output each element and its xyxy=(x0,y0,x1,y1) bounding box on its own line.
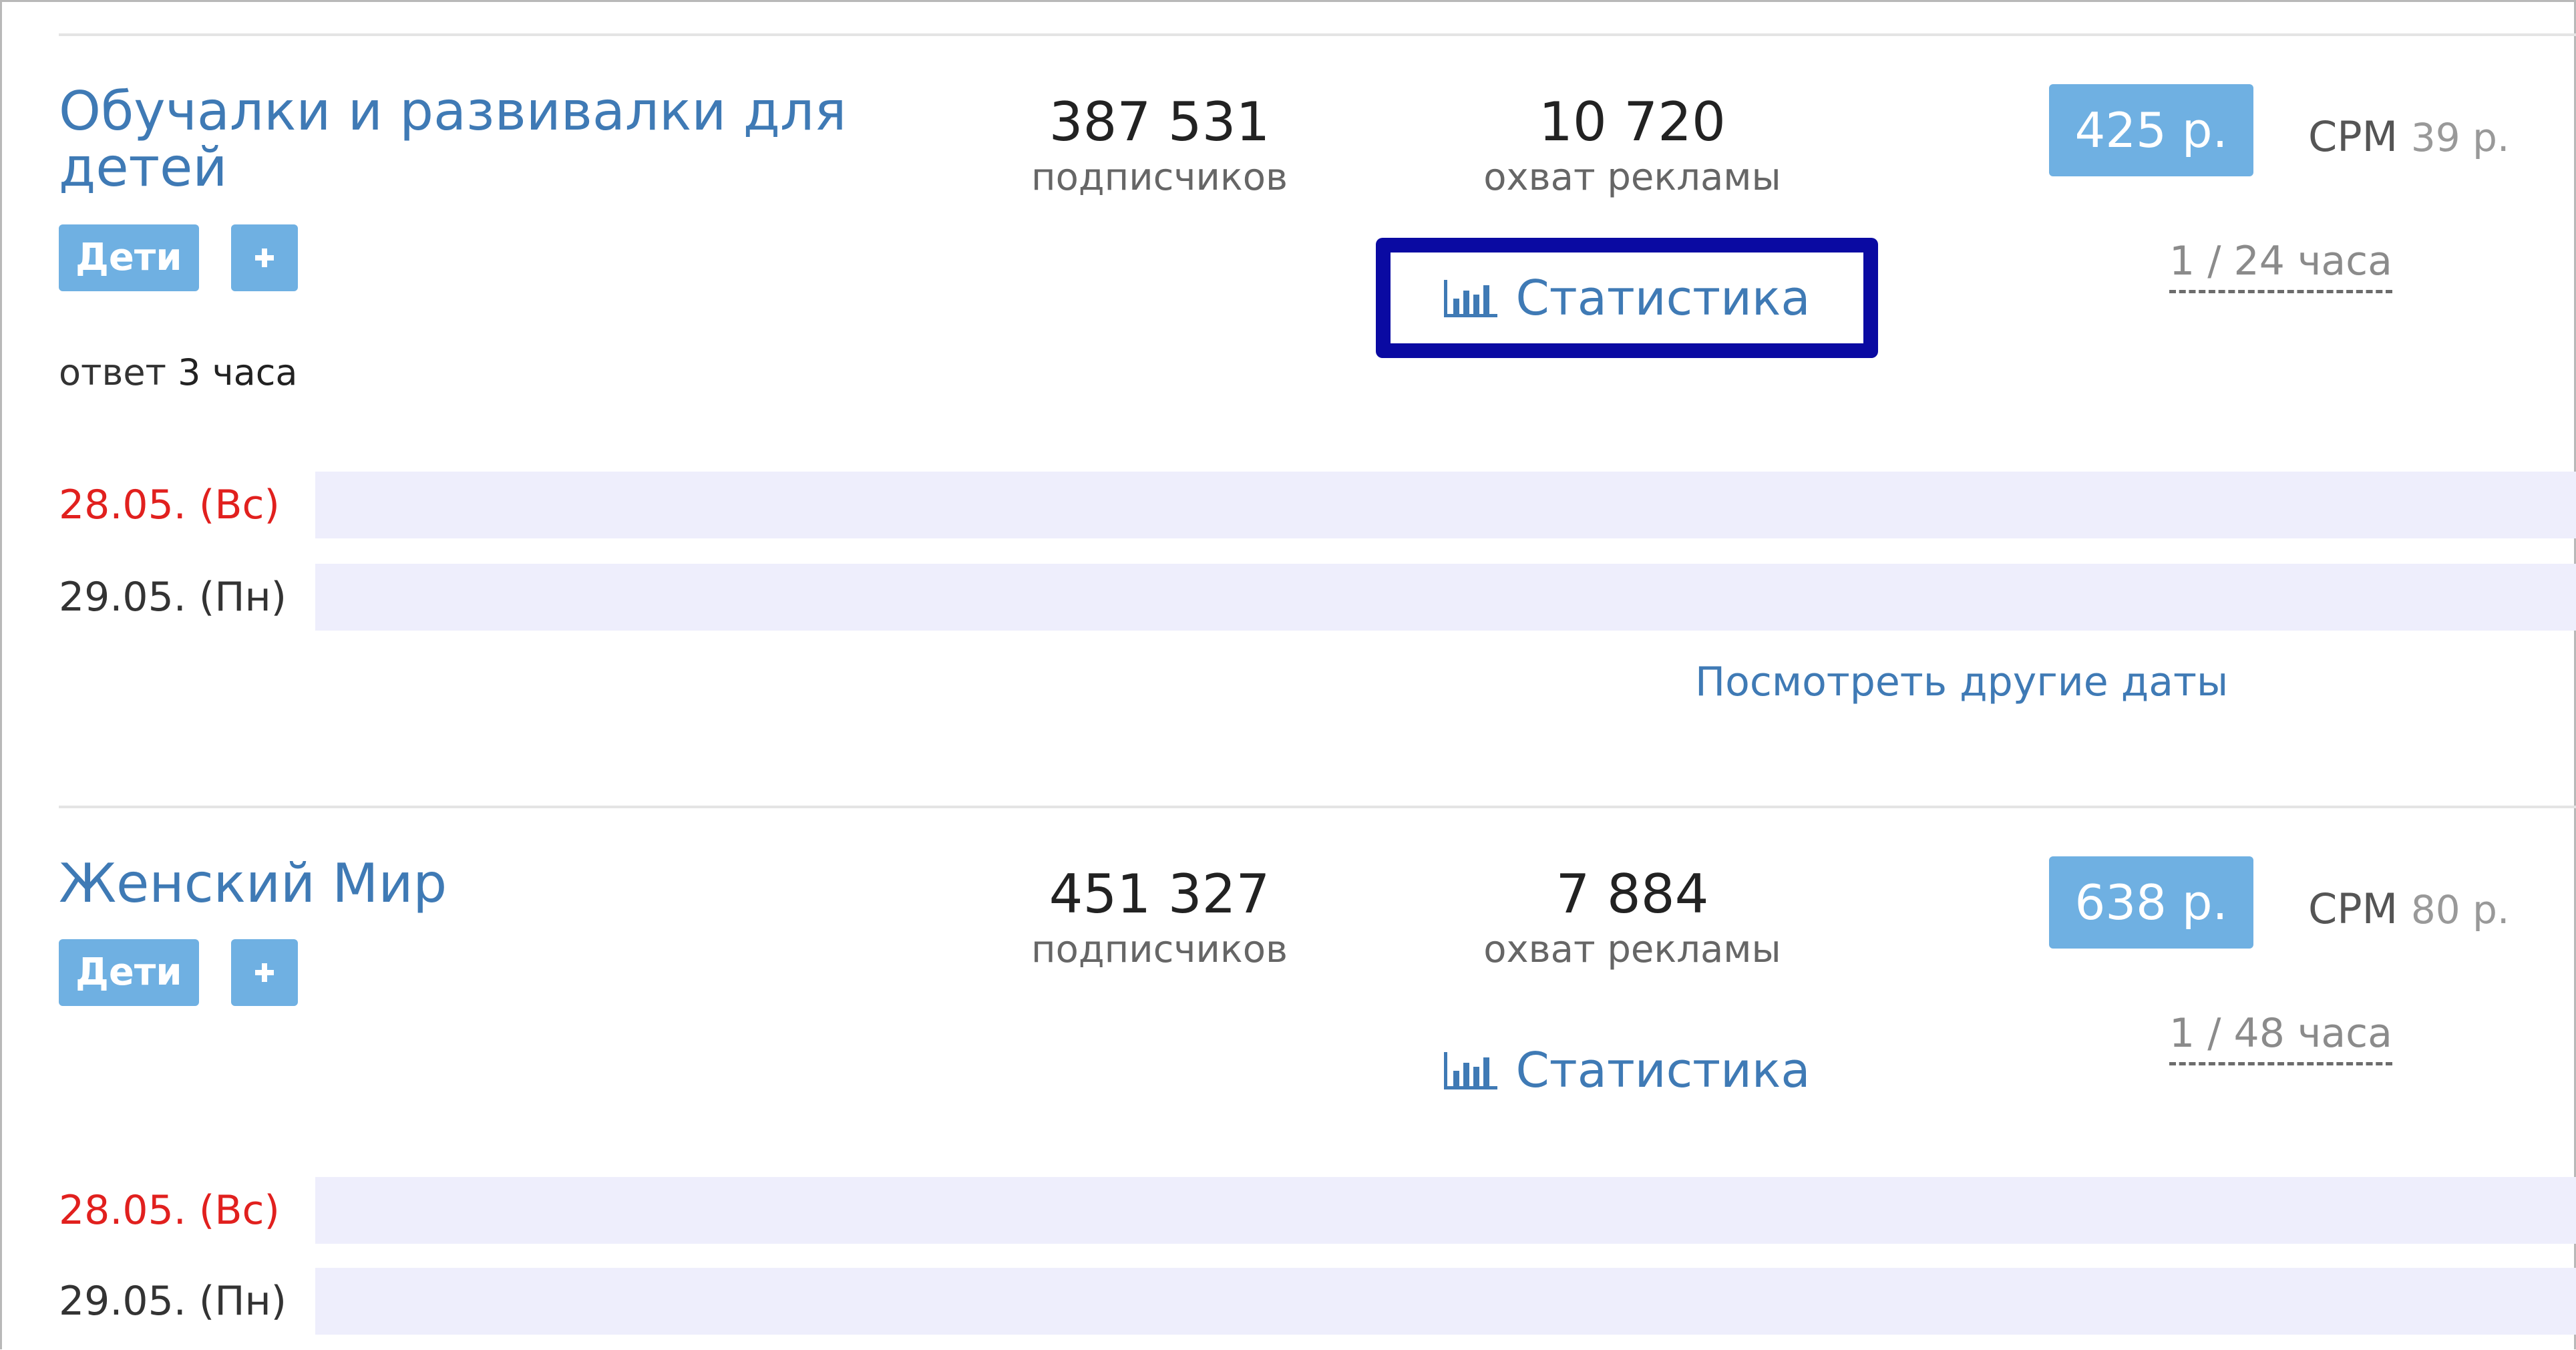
card-separator xyxy=(59,806,2576,808)
other-dates-link[interactable]: Посмотреть другие даты xyxy=(1695,659,2228,705)
post-frequency[interactable]: 1 / 24 часа xyxy=(2169,238,2392,293)
subscribers-stat: 387 531 подписчиков xyxy=(952,90,1366,201)
cpm-label: CPM xyxy=(2308,112,2398,161)
schedule-bar[interactable] xyxy=(315,1177,2576,1244)
reach-stat: 7 884 охват рекламы xyxy=(1425,862,1839,973)
reply-time: ответ 3 часа xyxy=(59,351,297,393)
date-label: 28.05. (Вс) xyxy=(59,482,280,528)
date-row: 28.05. (Вс) xyxy=(0,472,2576,538)
statistics-link[interactable]: Статистика xyxy=(1376,1010,1878,1130)
bar-chart-icon xyxy=(1443,1052,1497,1089)
plus-icon[interactable] xyxy=(230,939,298,1006)
card-separator xyxy=(59,33,2576,36)
bar-chart-icon xyxy=(1443,280,1497,317)
statistics-label: Статистика xyxy=(1515,270,1811,326)
schedule-bar[interactable] xyxy=(315,472,2576,538)
cpm-label: CPM xyxy=(2308,884,2398,933)
channel-title[interactable]: Обучалки и развивалки для детей xyxy=(59,83,894,196)
schedule-bar[interactable] xyxy=(315,1268,2576,1335)
subscribers-count: 451 327 xyxy=(1049,863,1270,925)
reply-prefix: ответ xyxy=(59,351,166,393)
tag-list: Дети xyxy=(59,224,298,291)
date-row: 29.05. (Пн) xyxy=(0,1268,2576,1335)
schedule-bar[interactable] xyxy=(315,564,2576,631)
cpm-value: 80 р. xyxy=(2410,887,2510,933)
date-row: 28.05. (Вс) xyxy=(0,1177,2576,1244)
price-button[interactable]: 638 р. xyxy=(2049,856,2253,949)
date-row: 29.05. (Пн) xyxy=(0,564,2576,631)
reach-label: охват рекламы xyxy=(1483,156,1781,199)
subscribers-label: подписчиков xyxy=(1031,928,1288,971)
date-label: 28.05. (Вс) xyxy=(59,1187,280,1234)
post-frequency[interactable]: 1 / 48 часа xyxy=(2169,1010,2392,1065)
reach-count: 10 720 xyxy=(1539,91,1726,153)
tag-list: Дети xyxy=(59,939,298,1006)
date-label: 29.05. (Пн) xyxy=(59,574,287,621)
statistics-label: Статистика xyxy=(1515,1042,1811,1098)
cpm-info: CPM 80 р. xyxy=(2308,884,2509,933)
category-tag[interactable]: Дети xyxy=(59,939,199,1006)
reach-count: 7 884 xyxy=(1555,863,1709,925)
reach-stat: 10 720 охват рекламы xyxy=(1425,90,1839,201)
subscribers-label: подписчиков xyxy=(1031,156,1288,199)
statistics-link[interactable]: Статистика xyxy=(1376,238,1878,358)
channel-title[interactable]: Женский Мир xyxy=(59,856,894,912)
plus-icon[interactable] xyxy=(230,224,298,291)
reply-value: 3 часа xyxy=(178,351,298,393)
category-tag[interactable]: Дети xyxy=(59,224,199,291)
price-button[interactable]: 425 р. xyxy=(2049,84,2253,176)
reach-label: охват рекламы xyxy=(1483,928,1781,971)
date-label: 29.05. (Пн) xyxy=(59,1278,287,1325)
cpm-value: 39 р. xyxy=(2410,115,2510,160)
subscribers-stat: 451 327 подписчиков xyxy=(952,862,1366,973)
cpm-info: CPM 39 р. xyxy=(2308,112,2509,161)
subscribers-count: 387 531 xyxy=(1049,91,1270,153)
